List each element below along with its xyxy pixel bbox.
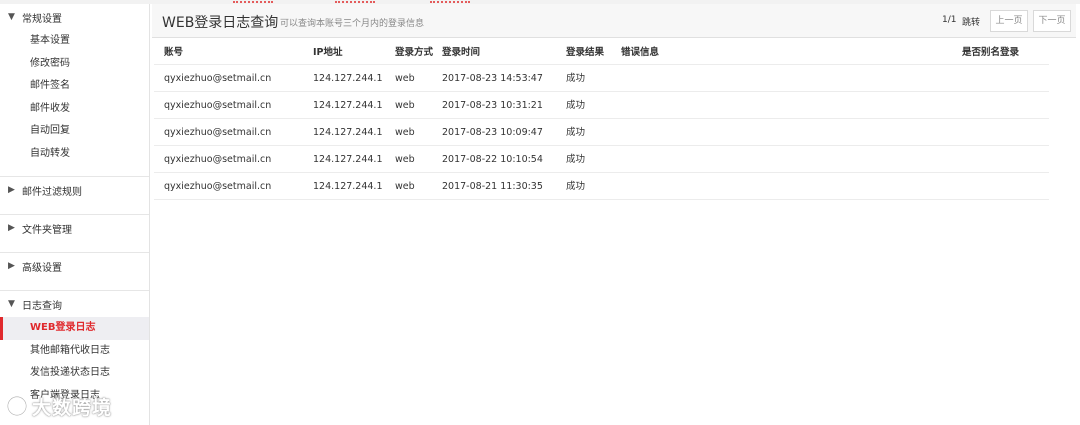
cell-login-time: 2017-08-23 10:09:47 [442,127,543,138]
chevron-down-icon: ▼ [8,299,15,309]
table-row: qyxiezhuo@setmail.cn 124.127.244.1 web 2… [154,92,1049,119]
table-row: qyxiezhuo@setmail.cn 124.127.244.1 web 2… [154,146,1049,173]
chevron-right-icon: ▶ [8,223,15,233]
sidebar-group-mail-filter-rules[interactable]: ▶ 邮件过滤规则 [0,177,149,203]
sidebar-group-folder-management[interactable]: ▶ 文件夹管理 [0,215,149,241]
cell-login-method: web [395,127,415,138]
next-page-button[interactable]: 下一页 [1033,10,1071,32]
sidebar-divider [0,279,149,291]
cell-login-time: 2017-08-23 14:53:47 [442,73,543,84]
top-strip-marker [335,1,375,3]
sidebar-item-mail-signature[interactable]: 邮件签名 [0,75,149,98]
chevron-right-icon: ▶ [8,185,15,195]
page-subtitle: 可以查询本账号三个月内的登录信息 [280,19,425,29]
sidebar-group-label: 日志查询 [22,300,62,312]
watermark: 大数跨境 [6,392,112,420]
sidebar-item-other-mailbox-fetch-log[interactable]: 其他邮箱代收日志 [0,340,149,363]
page-title: WEB登录日志查询 [162,15,279,31]
cell-account: qyxiezhuo@setmail.cn [164,73,272,84]
cell-login-method: web [395,181,415,192]
chevron-right-icon: ▶ [8,261,15,271]
sidebar-group-log-query[interactable]: ▼ 日志查询 [0,291,149,317]
top-strip-marker [430,1,470,3]
sidebar-group-label: 邮件过滤规则 [22,186,82,198]
cell-login-result: 成功 [566,100,586,111]
cell-login-result: 成功 [566,181,586,192]
cell-login-time: 2017-08-21 11:30:35 [442,181,543,192]
column-header-alias-login: 是否别名登录 [962,47,1020,58]
login-log-table: 账号 IP地址 登录方式 登录时间 登录结果 错误信息 是否别名登录 qyxie… [154,40,1049,200]
sidebar-group-label: 常规设置 [22,13,62,25]
cell-ip: 124.127.244.1 [313,154,383,165]
sidebar-group-general-settings[interactable]: ▼ 常规设置 [0,4,149,30]
cell-ip: 124.127.244.1 [313,73,383,84]
page-header: WEB登录日志查询 可以查询本账号三个月内的登录信息 1/1 跳转 上一页 下一… [152,4,1076,38]
cell-login-method: web [395,100,415,111]
cell-account: qyxiezhuo@setmail.cn [164,127,272,138]
sidebar-item-basic-settings[interactable]: 基本设置 [0,30,149,53]
pager-jump-link[interactable]: 跳转 [962,15,980,28]
sidebar-item-delivery-status-log[interactable]: 发信投递状态日志 [0,362,149,385]
cell-account: qyxiezhuo@setmail.cn [164,154,272,165]
sidebar-item-mail-send-receive[interactable]: 邮件收发 [0,98,149,121]
sidebar-item-auto-reply[interactable]: 自动回复 [0,120,149,143]
cell-ip: 124.127.244.1 [313,100,383,111]
prev-page-button[interactable]: 上一页 [990,10,1028,32]
column-header-login-result: 登录结果 [566,47,605,58]
column-header-ip: IP地址 [313,47,343,58]
pager-count: 1/1 [942,15,957,25]
chevron-down-icon: ▼ [8,12,15,22]
sidebar-divider [0,241,149,253]
sidebar-item-auto-forward[interactable]: 自动转发 [0,143,149,166]
column-header-error-info: 错误信息 [621,47,660,58]
watermark-logo-icon [6,395,28,417]
main-content: WEB登录日志查询 可以查询本账号三个月内的登录信息 1/1 跳转 上一页 下一… [152,4,1080,425]
cell-login-result: 成功 [566,154,586,165]
table-row: qyxiezhuo@setmail.cn 124.127.244.1 web 2… [154,119,1049,146]
cell-account: qyxiezhuo@setmail.cn [164,100,272,111]
sidebar-divider [0,203,149,215]
column-header-account: 账号 [164,47,184,58]
sidebar-group-advanced-settings[interactable]: ▶ 高级设置 [0,253,149,279]
table-row: qyxiezhuo@setmail.cn 124.127.244.1 web 2… [154,65,1049,92]
cell-login-result: 成功 [566,73,586,84]
cell-login-method: web [395,73,415,84]
cell-account: qyxiezhuo@setmail.cn [164,181,272,192]
cell-ip: 124.127.244.1 [313,181,383,192]
column-header-login-time: 登录时间 [442,47,481,58]
sidebar-group-label: 高级设置 [22,262,62,274]
cell-ip: 124.127.244.1 [313,127,383,138]
sidebar: ▼ 常规设置 基本设置 修改密码 邮件签名 邮件收发 自动回复 自动转发 ▶ 邮… [0,4,150,425]
top-strip-marker [233,1,273,3]
cell-login-time: 2017-08-22 10:10:54 [442,154,543,165]
cell-login-method: web [395,154,415,165]
cell-login-time: 2017-08-23 10:31:21 [442,100,543,111]
sidebar-group-label: 文件夹管理 [22,224,72,236]
watermark-text: 大数跨境 [32,396,113,419]
column-header-login-method: 登录方式 [395,47,434,58]
table-header-row: 账号 IP地址 登录方式 登录时间 登录结果 错误信息 是否别名登录 [154,40,1049,65]
sidebar-divider [0,165,149,177]
sidebar-item-change-password[interactable]: 修改密码 [0,53,149,76]
cell-login-result: 成功 [566,127,586,138]
sidebar-item-web-login-log[interactable]: WEB登录日志 [0,317,149,340]
table-row: qyxiezhuo@setmail.cn 124.127.244.1 web 2… [154,173,1049,200]
